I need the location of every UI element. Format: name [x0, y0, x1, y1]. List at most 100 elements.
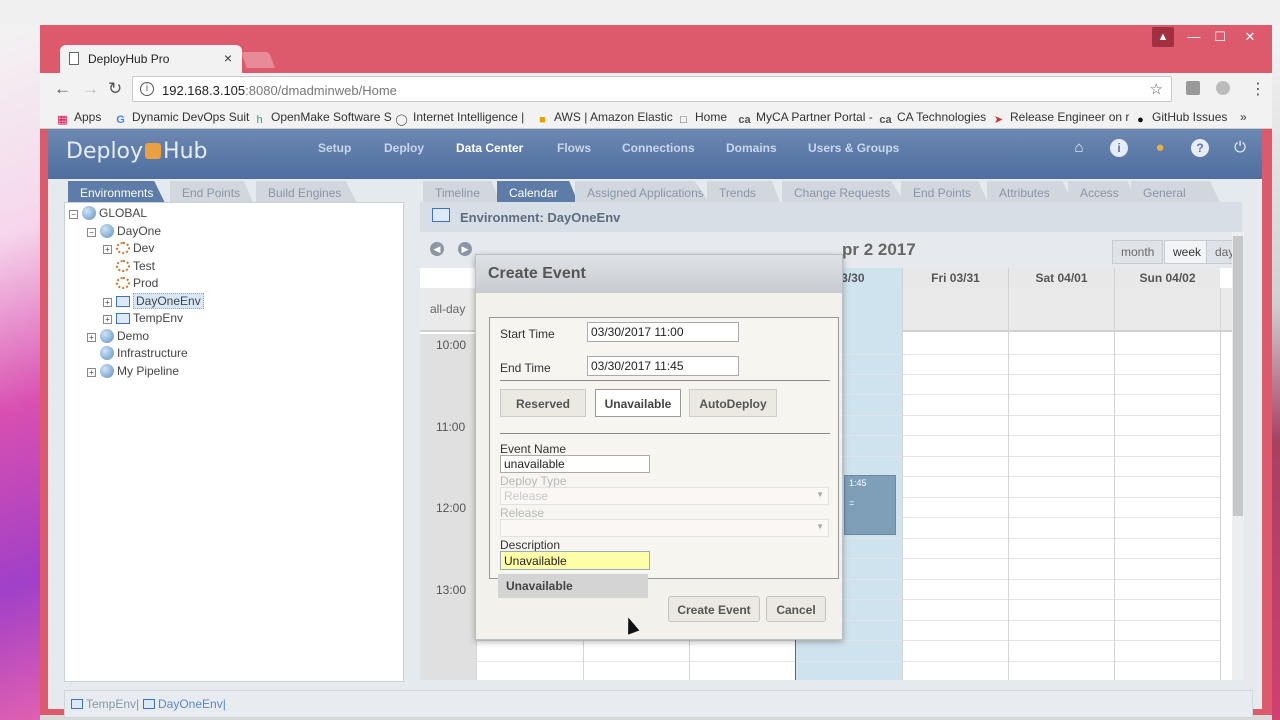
tree-node-dayone[interactable]: − DayOne: [87, 224, 161, 238]
event-name-input[interactable]: [500, 455, 650, 473]
info-icon[interactable]: i: [140, 82, 154, 96]
cancel-button[interactable]: Cancel: [766, 596, 826, 622]
extension-icon[interactable]: [1186, 81, 1200, 95]
reserved-button[interactable]: Reserved: [500, 389, 586, 417]
info-icon[interactable]: i: [1110, 139, 1128, 157]
prev-week-icon[interactable]: ◀: [430, 242, 444, 256]
view-week-button[interactable]: week: [1164, 240, 1211, 264]
bookmark-internet-intelligence[interactable]: ◯ Internet Intelligence |: [395, 110, 524, 127]
calendar-event[interactable]: 1:45 =: [844, 475, 896, 535]
user-profile-icon[interactable]: ▲: [1152, 27, 1174, 47]
skype-extension-icon[interactable]: [1216, 81, 1230, 95]
day-divider: [1008, 288, 1009, 680]
start-time-input[interactable]: [587, 322, 739, 342]
description-input[interactable]: [500, 551, 650, 570]
close-window-button[interactable]: ✕: [1236, 27, 1264, 47]
back-arrow-icon[interactable]: ←: [54, 79, 71, 99]
close-tab-icon[interactable]: ×: [224, 50, 232, 66]
nav-connections[interactable]: Connections: [622, 141, 695, 155]
end-time-label: End Time: [500, 361, 551, 375]
tree-node-dev[interactable]: + Dev: [103, 241, 154, 255]
page-icon: [69, 52, 79, 65]
view-month-button[interactable]: month: [1112, 240, 1164, 264]
desktop-top: [0, 0, 1280, 25]
globe-icon: [100, 346, 114, 360]
reload-icon[interactable]: ↻: [108, 79, 122, 99]
bookmark-dynamic-devops[interactable]: G Dynamic DevOps Suit: [114, 110, 249, 127]
scrollbar-thumb[interactable]: [1233, 236, 1243, 516]
hour-label: 13:00: [436, 583, 467, 597]
nav-domains[interactable]: Domains: [726, 141, 777, 155]
ca-icon: ca: [738, 114, 751, 126]
more-bookmarks-icon[interactable]: »: [1240, 110, 1247, 124]
nav-setup[interactable]: Setup: [318, 141, 351, 155]
expand-icon[interactable]: +: [103, 298, 112, 307]
environment-title: Environment: DayOneEnv: [460, 210, 621, 225]
tree-node-demo[interactable]: + Demo: [87, 329, 149, 343]
bookmark-apps[interactable]: ▦ Apps: [56, 110, 101, 127]
tree-node-test[interactable]: Test: [116, 259, 155, 273]
globe-icon: [100, 364, 114, 378]
browser-menu-icon[interactable]: ⋮: [1250, 79, 1266, 99]
breadcrumb-dayoneenv[interactable]: DayOneEnv|: [143, 697, 226, 711]
day-header-fri: Fri 03/31: [902, 268, 1008, 288]
nav-data-center[interactable]: Data Center: [456, 141, 523, 155]
autocomplete-suggestion[interactable]: Unavailable: [498, 574, 648, 598]
power-icon[interactable]: ⏻: [1231, 139, 1249, 157]
tree-node-infrastructure[interactable]: Infrastructure: [100, 346, 188, 360]
bookmark-star-icon[interactable]: ☆: [1150, 80, 1163, 98]
bookmark-release-engineer[interactable]: ➤ Release Engineer on r: [992, 110, 1130, 127]
address-bar-row: ← → ↻ i 192.168.3.105:8080/dmadminweb/Ho…: [40, 73, 1272, 105]
divider: [500, 380, 830, 381]
new-tab-button[interactable]: [241, 52, 275, 68]
bookmark-openmake[interactable]: h OpenMake Software S: [253, 110, 391, 127]
slot-line: [476, 640, 1220, 641]
nav-deploy[interactable]: Deploy: [384, 141, 424, 155]
tree-node-my-pipeline[interactable]: + My Pipeline: [87, 364, 179, 378]
browser-tab[interactable]: DeployHub Pro ×: [60, 45, 242, 73]
tab-title: DeployHub Pro: [88, 52, 170, 66]
autodeploy-button[interactable]: AutoDeploy: [689, 389, 777, 417]
deploy-type-select[interactable]: Release ▼: [500, 487, 829, 505]
nav-users-groups[interactable]: Users & Groups: [808, 141, 899, 155]
next-week-icon[interactable]: ▶: [458, 242, 472, 256]
server-icon: [116, 260, 130, 272]
expand-icon[interactable]: +: [103, 245, 112, 254]
calendar-scrollbar[interactable]: [1232, 232, 1244, 680]
maximize-button[interactable]: ☐: [1206, 27, 1234, 47]
forward-arrow-icon[interactable]: →: [82, 79, 99, 99]
environment-icon: [116, 313, 130, 324]
tree-node-dayoneenv[interactable]: + DayOneEnv: [103, 293, 204, 309]
bookmark-myca[interactable]: ca MyCA Partner Portal -: [738, 110, 872, 127]
breadcrumb-tempenv[interactable]: TempEnv|: [71, 697, 139, 711]
event-name-label: Event Name: [500, 442, 567, 456]
user-icon[interactable]: ●: [1151, 139, 1169, 157]
collapse-icon[interactable]: −: [87, 228, 96, 237]
desktop-wallpaper: [0, 25, 40, 720]
apps-grid-icon: ▦: [57, 114, 68, 126]
home-icon[interactable]: ⌂: [1070, 139, 1088, 157]
create-event-button[interactable]: Create Event: [668, 596, 760, 622]
globe-icon: [82, 206, 96, 220]
bookmark-home[interactable]: □ Home: [677, 110, 727, 127]
help-icon[interactable]: ?: [1191, 139, 1209, 157]
tree-node-tempenv[interactable]: + TempEnv: [103, 311, 183, 325]
expand-icon[interactable]: +: [87, 333, 96, 342]
bookmark-aws[interactable]: ■ AWS | Amazon Elastic: [536, 110, 673, 127]
nav-flows[interactable]: Flows: [557, 141, 591, 155]
tree-node-prod[interactable]: Prod: [116, 276, 158, 290]
bookmark-ca-technologies[interactable]: ca CA Technologies: [879, 110, 986, 127]
unavailable-button[interactable]: Unavailable: [595, 389, 681, 417]
expand-icon[interactable]: +: [103, 315, 112, 324]
release-select[interactable]: ▼: [500, 519, 829, 537]
bookmark-github[interactable]: ● GitHub Issues: [1134, 110, 1227, 127]
end-time-input[interactable]: [587, 356, 739, 376]
expand-icon[interactable]: +: [87, 368, 96, 377]
url-input[interactable]: i 192.168.3.105:8080/dmadminweb/Home ☆: [132, 76, 1172, 102]
tree-node-global[interactable]: − GLOBAL: [69, 206, 147, 220]
desktop-wallpaper-right: [1272, 25, 1280, 720]
page-icon: □: [680, 114, 687, 126]
collapse-icon[interactable]: −: [69, 210, 78, 219]
deployhub-logo: Deploy Hub: [66, 139, 208, 164]
minimize-button[interactable]: —: [1180, 27, 1208, 47]
